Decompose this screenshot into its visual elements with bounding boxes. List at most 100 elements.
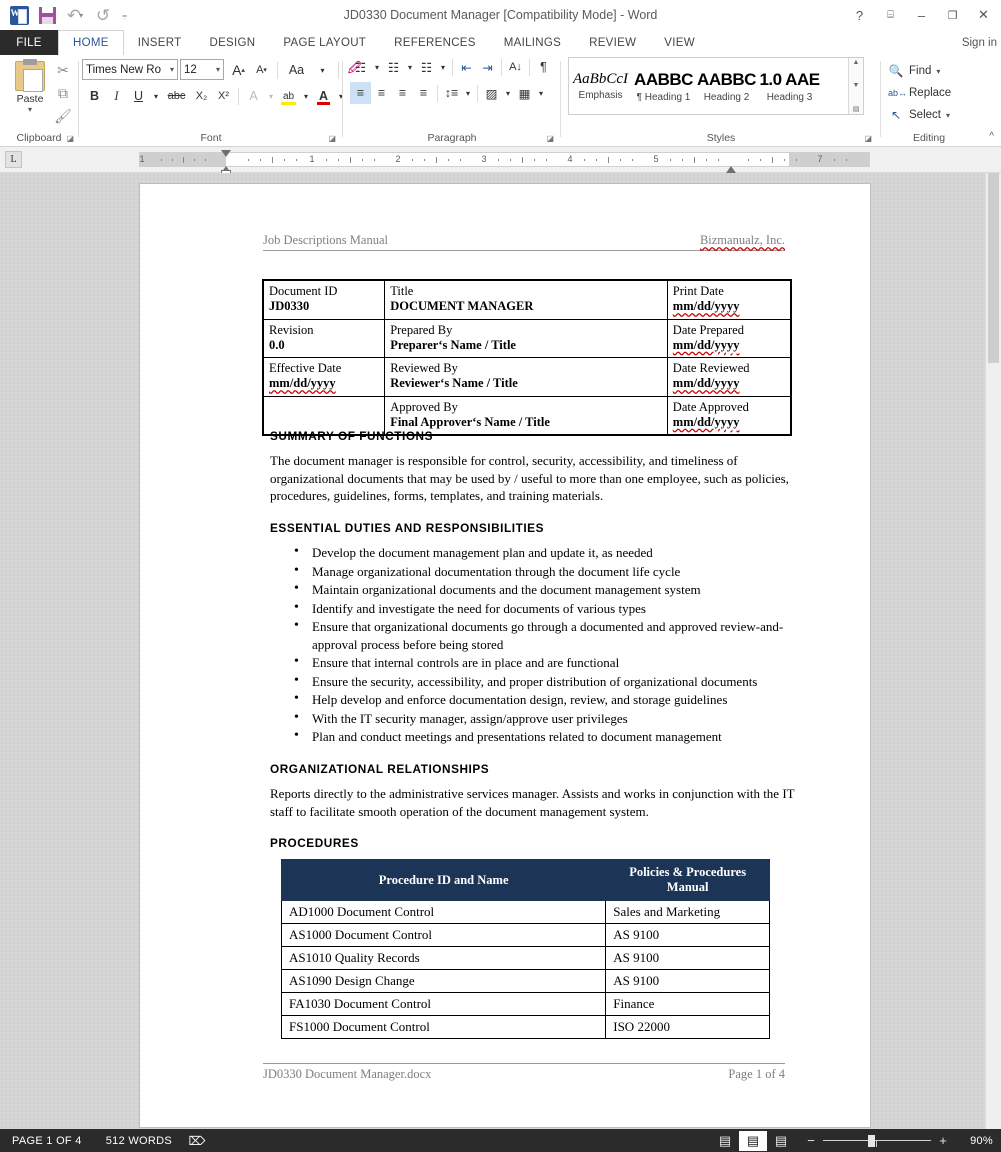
close-button[interactable]: ✕ — [968, 0, 999, 30]
minimize-button[interactable]: – — [906, 0, 937, 30]
grow-font-icon[interactable]: A ▴ — [228, 59, 249, 81]
styles-dialog-launcher[interactable]: ◪ — [864, 134, 872, 143]
chevron-down-icon[interactable]: ▾ — [371, 56, 383, 78]
format-painter-icon[interactable]: 🖌 — [50, 105, 76, 128]
customize-qat-icon[interactable]: ⩦ — [118, 10, 131, 21]
tab-view[interactable]: VIEW — [650, 30, 709, 55]
zoom-slider-thumb[interactable] — [868, 1134, 875, 1147]
tab-stop-selector[interactable]: L — [5, 151, 22, 168]
cut-icon[interactable]: ✂ — [50, 59, 76, 82]
style-item-heading-3[interactable]: 1.0 AAE Heading 3 — [758, 58, 821, 114]
scroll-up-icon[interactable]: ▲ — [853, 59, 860, 66]
chevron-down-icon[interactable]: ▾ — [216, 65, 220, 74]
sign-in-link[interactable]: Sign in — [962, 30, 997, 55]
word-logo-icon[interactable] — [6, 3, 32, 27]
proofing-errors-icon[interactable]: ⌦ — [184, 1131, 210, 1151]
copy-icon[interactable]: ⧉ — [50, 82, 76, 105]
strikethrough-button[interactable]: abc — [163, 85, 190, 107]
scrollbar-thumb[interactable] — [988, 173, 999, 363]
chevron-down-icon[interactable]: ▾ — [535, 82, 547, 104]
shading-icon[interactable]: ▨ — [481, 82, 502, 104]
status-word-count[interactable]: 512 WORDS — [94, 1135, 184, 1147]
document-workspace[interactable]: Job Descriptions Manual Bizmanualz, Inc.… — [0, 173, 1001, 1129]
font-dialog-launcher[interactable]: ◪ — [328, 134, 336, 143]
font-color-icon[interactable]: A — [313, 85, 334, 107]
clipboard-dialog-launcher[interactable]: ◪ — [66, 134, 74, 143]
font-size-combo[interactable]: 12 ▾ — [180, 59, 224, 80]
zoom-level-label[interactable]: 90% — [955, 1135, 993, 1147]
subscript-button[interactable]: X₂ — [191, 85, 212, 107]
underline-button[interactable]: U — [128, 85, 149, 107]
maximize-button[interactable]: ❐ — [937, 0, 968, 30]
document-page[interactable]: Job Descriptions Manual Bizmanualz, Inc.… — [139, 183, 871, 1128]
help-icon[interactable]: ? — [844, 0, 875, 30]
style-item-heading-2[interactable]: AABBC Heading 2 — [695, 58, 758, 114]
styles-gallery[interactable]: AaBbCcI Emphasis AABBC ¶ Heading 1 AABBC… — [568, 57, 864, 115]
document-body[interactable]: SUMMARY OF FUNCTIONS The document manage… — [270, 429, 795, 1040]
style-item-emphasis[interactable]: AaBbCcI Emphasis — [569, 58, 632, 114]
font-name-combo[interactable]: Times New Ro ▾ — [82, 59, 178, 80]
tab-file[interactable]: FILE — [0, 30, 58, 55]
print-layout-icon[interactable]: ▤ — [739, 1130, 767, 1151]
shrink-font-icon[interactable]: A ▾ — [251, 59, 272, 81]
chevron-down-icon[interactable]: ▾ — [170, 65, 174, 74]
chevron-down-icon[interactable]: ▾ — [404, 56, 416, 78]
show-formatting-marks-icon[interactable]: ¶ — [533, 56, 554, 78]
italic-button[interactable]: I — [106, 85, 127, 107]
superscript-button[interactable]: X² — [213, 85, 234, 107]
align-left-icon[interactable]: ≡ — [350, 82, 371, 104]
web-layout-icon[interactable]: ▤ — [767, 1131, 795, 1151]
redo-icon[interactable]: ↺ — [90, 3, 116, 27]
zoom-out-button[interactable]: − — [805, 1133, 817, 1148]
chevron-down-icon[interactable]: ▾ — [300, 85, 312, 107]
styles-more-icon[interactable]: ▤ — [853, 105, 860, 113]
horizontal-ruler[interactable]: 1 1 2 3 4 5 7 — [139, 150, 870, 178]
chevron-down-icon[interactable]: ▾ — [312, 59, 333, 81]
chevron-down-icon[interactable]: ▾ — [150, 85, 162, 107]
zoom-slider[interactable] — [823, 1134, 931, 1147]
tab-page-layout[interactable]: PAGE LAYOUT — [269, 30, 380, 55]
save-icon[interactable] — [34, 3, 60, 27]
align-center-icon[interactable]: ≡ — [371, 82, 392, 104]
find-button[interactable]: 🔍 Find ▾ — [888, 60, 951, 82]
read-mode-icon[interactable]: ▤ — [711, 1131, 739, 1151]
replace-button[interactable]: ab↔ Replace — [888, 82, 951, 104]
text-highlight-icon[interactable]: ab — [278, 85, 299, 107]
paste-button[interactable]: Paste ▾ — [8, 59, 52, 114]
scroll-down-icon[interactable]: ▼ — [853, 82, 860, 89]
tab-review[interactable]: REVIEW — [575, 30, 650, 55]
paste-dropdown-icon[interactable]: ▾ — [8, 105, 52, 114]
chevron-down-icon[interactable]: ▾ — [437, 56, 449, 78]
chevron-down-icon[interactable]: ▾ — [936, 67, 940, 76]
zoom-control[interactable]: − + 90% — [795, 1133, 993, 1148]
bullets-icon[interactable]: ☷ — [350, 56, 371, 78]
tab-insert[interactable]: INSERT — [124, 30, 196, 55]
align-right-icon[interactable]: ≡ — [392, 82, 413, 104]
tab-references[interactable]: REFERENCES — [380, 30, 490, 55]
style-item-heading-1[interactable]: AABBC ¶ Heading 1 — [632, 58, 695, 114]
text-effects-icon[interactable]: A — [243, 85, 264, 107]
undo-icon[interactable]: ↶ ▾ — [62, 3, 88, 27]
tab-mailings[interactable]: MAILINGS — [490, 30, 575, 55]
paragraph-dialog-launcher[interactable]: ◪ — [546, 134, 554, 143]
sort-icon[interactable]: A↓ — [505, 56, 526, 78]
chevron-down-icon[interactable]: ▾ — [946, 111, 950, 120]
change-case-icon[interactable]: Aa — [283, 59, 310, 81]
chevron-down-icon[interactable]: ▾ — [502, 82, 514, 104]
vertical-scrollbar[interactable] — [985, 173, 1001, 1129]
chevron-down-icon[interactable]: ▾ — [462, 82, 474, 104]
decrease-indent-icon[interactable]: ⇤ — [456, 56, 477, 78]
justify-icon[interactable]: ≡ — [413, 82, 434, 104]
line-spacing-icon[interactable]: ↕≡ — [441, 82, 462, 104]
bold-button[interactable]: B — [84, 85, 105, 107]
select-button[interactable]: ↖ Select ▾ — [888, 104, 951, 126]
right-indent-marker[interactable] — [726, 165, 736, 173]
tab-home[interactable]: HOME — [58, 30, 124, 55]
borders-icon[interactable]: ▦ — [514, 82, 535, 104]
styles-scrollbar[interactable]: ▲ ▼ ▤ — [848, 58, 863, 114]
first-line-indent-marker[interactable] — [221, 150, 231, 158]
ribbon-display-options-icon[interactable]: ⌸ — [875, 0, 906, 30]
status-page-indicator[interactable]: PAGE 1 OF 4 — [0, 1135, 94, 1147]
zoom-in-button[interactable]: + — [937, 1133, 949, 1148]
numbering-icon[interactable]: ☷ — [383, 56, 404, 78]
